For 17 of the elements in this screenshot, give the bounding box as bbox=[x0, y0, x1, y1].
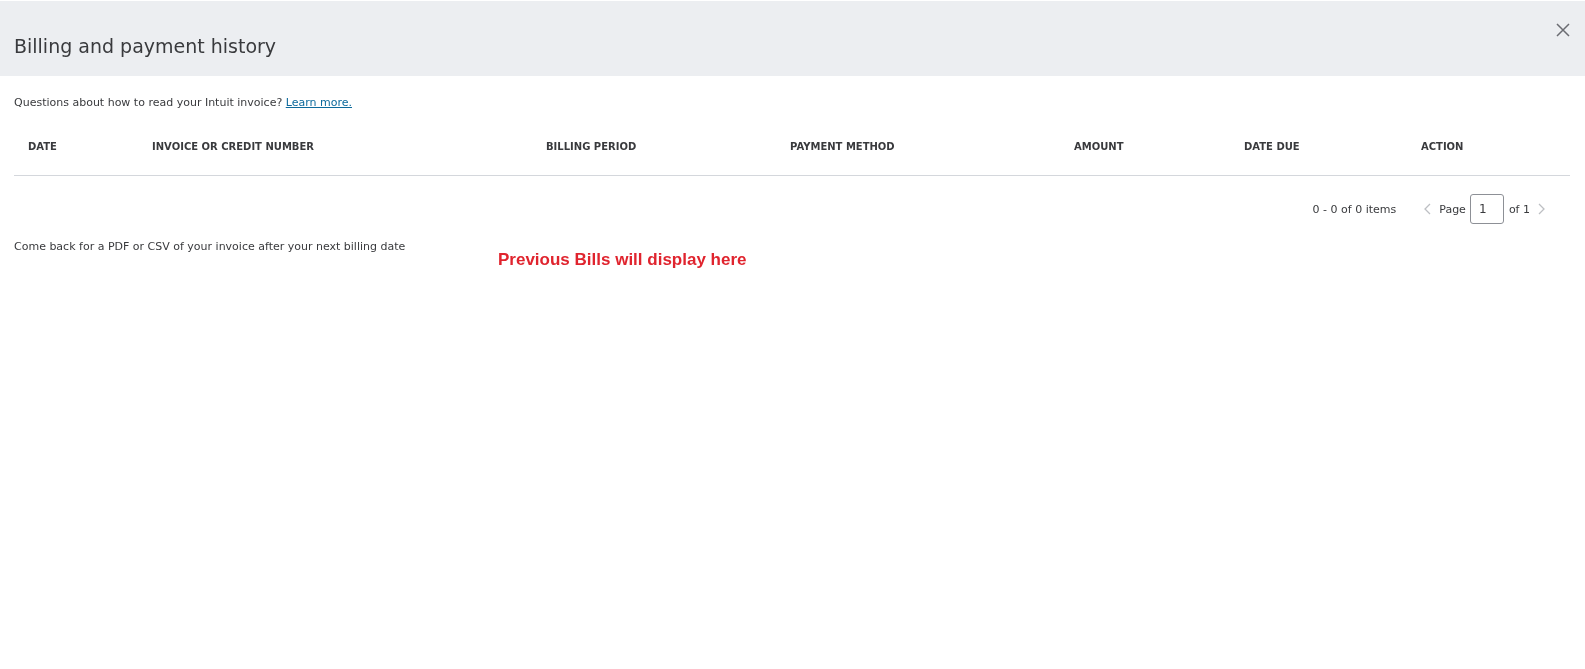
column-header: INVOICE OR CREDIT NUMBER bbox=[152, 140, 315, 152]
learn-more-link[interactable]: Learn more. bbox=[285, 96, 352, 109]
help-text: Questions about how to read your Intuit invoice? Learn more. bbox=[14, 96, 353, 109]
column-header: BILLING PERIOD bbox=[546, 140, 638, 152]
annotation-text: Previous Bills will display here bbox=[498, 250, 747, 270]
column-header: DATE bbox=[28, 140, 58, 152]
column-header: DATE DUE bbox=[1244, 140, 1301, 152]
dialog-title: Billing and payment history bbox=[14, 34, 277, 57]
page-label: Page bbox=[1439, 202, 1466, 216]
column-header: ACTION bbox=[1421, 140, 1465, 152]
page-input-field[interactable]: 1 bbox=[1469, 194, 1504, 224]
column-header: PAYMENT METHOD bbox=[790, 140, 896, 152]
close-icon[interactable] bbox=[1555, 21, 1571, 38]
page-count: of 1 bbox=[1508, 202, 1530, 216]
empty-note: Come back for a PDF or CSV of your invoice after your next billing date bbox=[14, 240, 407, 253]
items-summary: 0 - 0 of 0 items bbox=[1312, 202, 1397, 216]
column-header: AMOUNT bbox=[1074, 140, 1125, 152]
